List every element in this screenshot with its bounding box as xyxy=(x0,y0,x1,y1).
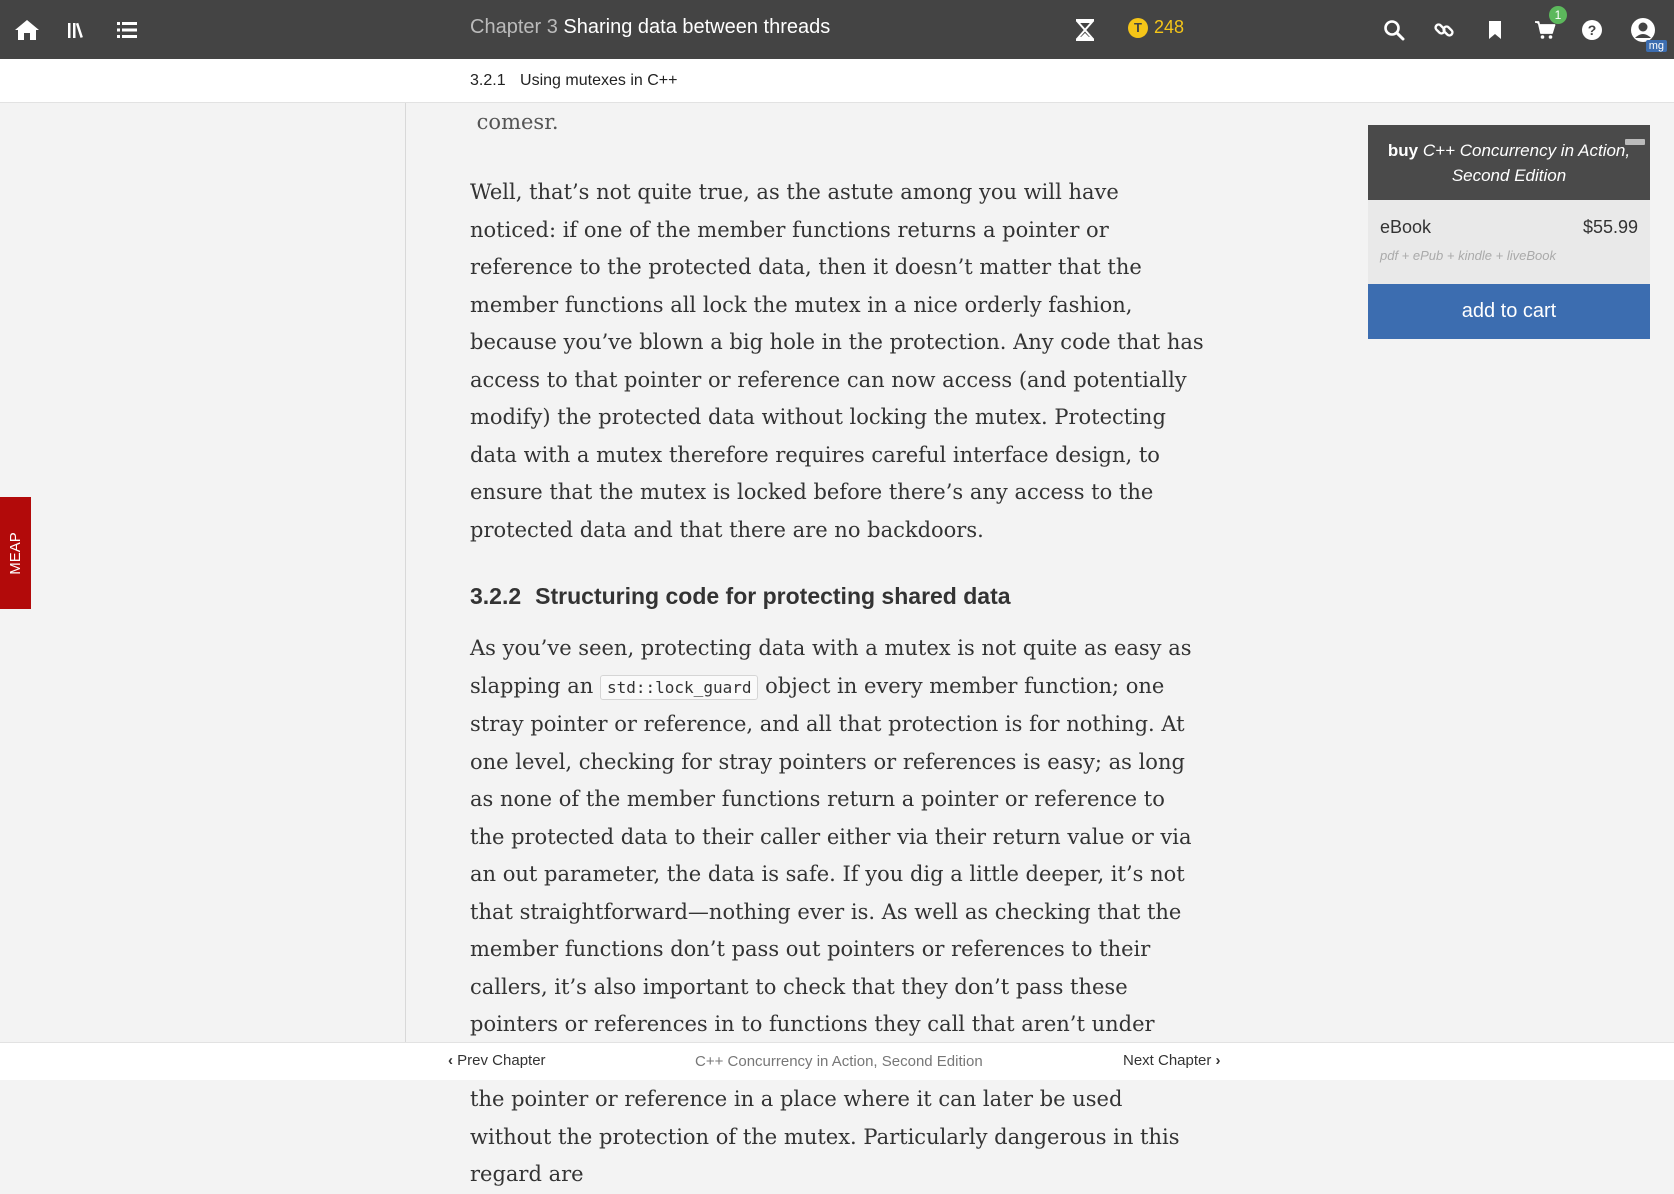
inline-code: std::lock_guard xyxy=(599,674,759,700)
user-icon[interactable]: mg xyxy=(1627,14,1667,52)
section-breadcrumb-bar: 3.2.1 Using mutexes in C++ xyxy=(0,59,1674,103)
paragraph: As you’ve seen, protecting data with a m… xyxy=(470,630,1205,1194)
price: $55.99 xyxy=(1582,217,1638,237)
token-count: 248 xyxy=(1154,17,1185,37)
link-icon[interactable] xyxy=(1428,14,1460,46)
breadcrumb[interactable]: 3.2.1 Using mutexes in C++ xyxy=(470,72,677,90)
buy-box-header: buy C++ Concurrency in Action, Second Ed… xyxy=(1368,125,1650,200)
partial-text-line: comesr. xyxy=(470,110,559,134)
hourglass-icon[interactable] xyxy=(1069,14,1101,46)
section-heading: 3.2.2 Structuring code for protecting sha… xyxy=(470,583,1205,610)
paragraph: Well, that’s not quite true, as the astu… xyxy=(470,180,1204,542)
meap-label: MEAP xyxy=(7,531,25,575)
chevron-right-icon: › xyxy=(1215,1052,1221,1069)
prev-chapter-label: Prev Chapter xyxy=(457,1052,546,1069)
book-content: comesr. Well, that’s not quite true, as … xyxy=(470,58,1205,1194)
ebook-option[interactable]: eBook $55.99 pdf + ePub + kindle + liveB… xyxy=(1368,200,1650,284)
chapter-number: Chapter 3 xyxy=(470,16,558,38)
add-to-cart-button[interactable]: add to cart xyxy=(1368,284,1650,339)
top-navbar: Chapter 3 Sharing data between threads T… xyxy=(0,0,1674,59)
format-label: eBook xyxy=(1380,217,1432,237)
section-heading-title: Structuring code for protecting shared d… xyxy=(535,583,1011,609)
search-icon[interactable] xyxy=(1378,14,1410,46)
prev-chapter-link[interactable]: ‹ Prev Chapter xyxy=(448,1052,546,1069)
next-chapter-label: Next Chapter xyxy=(1123,1052,1212,1069)
breadcrumb-section-title: Using mutexes in C++ xyxy=(520,72,678,89)
chapter-name: Sharing data between threads xyxy=(563,16,831,38)
library-icon[interactable] xyxy=(60,14,92,46)
next-chapter-link[interactable]: Next Chapter › xyxy=(1123,1052,1221,1069)
minimize-icon[interactable] xyxy=(1625,139,1645,145)
cart-count-badge: 1 xyxy=(1549,6,1567,24)
svg-text:?: ? xyxy=(1588,22,1597,38)
paragraph-text: object in every member function; one str… xyxy=(470,673,1192,1187)
footer-book-title: C++ Concurrency in Action, Second Editio… xyxy=(695,1053,983,1070)
toc-icon[interactable] xyxy=(111,14,143,46)
left-margin-pane xyxy=(0,102,406,1042)
help-icon[interactable]: ? xyxy=(1576,14,1608,46)
cart-icon[interactable]: 1 xyxy=(1529,6,1567,46)
user-initials-badge: mg xyxy=(1645,40,1667,52)
breadcrumb-section-number: 3.2.1 xyxy=(470,72,506,89)
token-balance[interactable]: T 248 xyxy=(1128,17,1184,38)
bookmark-icon[interactable] xyxy=(1479,14,1511,46)
section-heading-number: 3.2.2 xyxy=(470,583,522,609)
buy-book-title: C++ Concurrency in Action, Second Editio… xyxy=(1422,141,1631,185)
meap-tab[interactable]: MEAP xyxy=(0,497,31,609)
home-icon[interactable] xyxy=(11,14,43,46)
chevron-left-icon: ‹ xyxy=(448,1052,453,1069)
chapter-title: Chapter 3 Sharing data between threads xyxy=(470,16,830,39)
chapter-footer: ‹ Prev Chapter C++ Concurrency in Action… xyxy=(0,1042,1674,1080)
buy-box: buy C++ Concurrency in Action, Second Ed… xyxy=(1368,125,1650,339)
buy-word: buy xyxy=(1387,141,1419,160)
token-coin-icon: T xyxy=(1128,17,1148,38)
format-includes: pdf + ePub + kindle + liveBook xyxy=(1380,248,1556,263)
